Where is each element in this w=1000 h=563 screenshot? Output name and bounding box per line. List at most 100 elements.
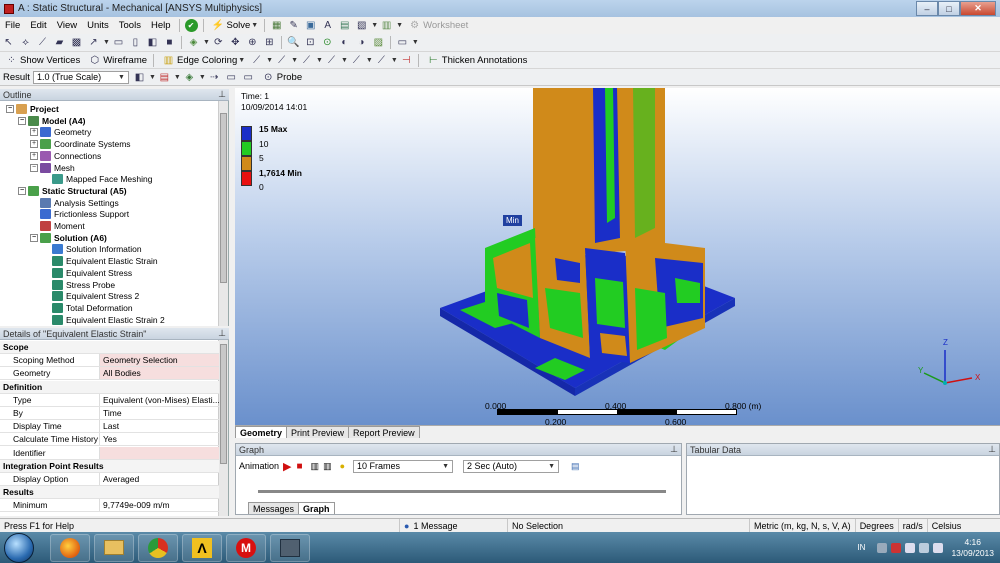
tray-arrow-icon[interactable]: [877, 542, 888, 553]
taskbar-workbench-icon[interactable]: [270, 533, 310, 562]
duration-select[interactable]: 2 Sec (Auto) ▼: [463, 459, 560, 473]
zoom-fit-icon[interactable]: ⊡: [304, 36, 317, 49]
image-icon[interactable]: ▤: [338, 19, 351, 32]
tree-item[interactable]: Stress Probe: [42, 279, 115, 291]
edge-style-2-icon[interactable]: ⟋: [275, 54, 288, 67]
tree-item[interactable]: Frictionless Support: [30, 208, 129, 220]
pin-icon[interactable]: ⊥: [218, 89, 226, 100]
tree-item[interactable]: Equivalent Stress 2: [42, 290, 139, 302]
expand-toggle-icon[interactable]: −: [6, 105, 14, 113]
menu-units[interactable]: Units: [82, 20, 114, 31]
tree-item[interactable]: − Model (A4): [18, 115, 85, 127]
isometric-icon[interactable]: ▨: [372, 36, 385, 49]
details-row[interactable]: Identifier: [0, 446, 219, 460]
text-icon[interactable]: A: [321, 19, 334, 32]
expand-toggle-icon[interactable]: −: [18, 116, 26, 125]
vector-icon[interactable]: ⇢: [208, 71, 221, 84]
viewports-icon[interactable]: ▭: [396, 36, 409, 49]
tree-item[interactable]: Total Deformation: [42, 302, 133, 314]
expand-toggle-icon[interactable]: +: [30, 140, 38, 149]
tree-item[interactable]: Equivalent Elastic Strain 2: [42, 314, 165, 326]
menu-file[interactable]: File: [0, 20, 25, 31]
vertex-select-icon[interactable]: ⟡: [19, 36, 32, 49]
figure-icon[interactable]: ▣: [304, 19, 317, 32]
pin-icon[interactable]: ⊥: [670, 444, 678, 455]
maximize-button[interactable]: □: [938, 1, 960, 16]
edge-style-1-icon[interactable]: ⟋: [250, 54, 263, 67]
stop-icon[interactable]: ■: [297, 461, 303, 472]
menu-view[interactable]: View: [52, 20, 82, 31]
tree-item[interactable]: Solution Information: [42, 243, 142, 255]
tray-volume-icon[interactable]: [933, 542, 944, 553]
tree-item[interactable]: + Geometry: [30, 126, 91, 138]
taskbar-mega-icon[interactable]: M: [226, 533, 266, 562]
check-icon[interactable]: ✔: [184, 19, 198, 32]
tab-report-preview[interactable]: Report Preview: [348, 426, 420, 438]
geometry-display-icon[interactable]: ◧: [133, 71, 146, 84]
details-row[interactable]: Type Equivalent (von-Mises) Elasti...: [0, 393, 219, 407]
tree-item[interactable]: + Connections: [30, 150, 101, 162]
probe-button[interactable]: ⊙ Probe: [257, 70, 305, 85]
clock[interactable]: 4:16 13/09/2013: [951, 537, 994, 559]
details-value[interactable]: Averaged: [100, 473, 219, 485]
body-select-icon[interactable]: ▩: [70, 36, 83, 49]
tree-item[interactable]: Mapped Face Meshing: [42, 173, 152, 185]
edge-style-4-icon[interactable]: ⟋: [325, 54, 338, 67]
details-section[interactable]: Integration Point Results: [0, 459, 219, 473]
pin-icon[interactable]: ⊥: [218, 328, 226, 339]
details-value[interactable]: Time: [100, 407, 219, 419]
face-select-icon[interactable]: ▰: [53, 36, 66, 49]
tree-item[interactable]: − Static Structural (A5): [18, 185, 127, 197]
tree-item[interactable]: Equivalent Elastic Strain: [42, 255, 158, 268]
status-messages[interactable]: ● 1 Message: [400, 519, 508, 532]
tab-geometry[interactable]: Geometry: [235, 426, 288, 438]
next-view-icon[interactable]: ◑: [355, 36, 368, 49]
menu-help[interactable]: Help: [146, 20, 176, 31]
edge-style-3-icon[interactable]: ⟋: [300, 54, 313, 67]
animation-timeline[interactable]: [258, 490, 666, 493]
tab-graph[interactable]: Graph: [298, 502, 335, 514]
taskbar-folder-icon[interactable]: [94, 533, 134, 562]
details-scrollbar[interactable]: [218, 340, 228, 516]
pointer-icon[interactable]: ↗: [87, 36, 100, 49]
status-angle[interactable]: Degrees: [856, 519, 899, 532]
details-value[interactable]: 9,7749e-009 m/m: [100, 499, 219, 511]
rotate-icon[interactable]: ⟳: [212, 36, 225, 49]
show-vertices-button[interactable]: ⁘ Show Vertices: [0, 53, 83, 68]
tree-item[interactable]: Equivalent Stress: [42, 267, 132, 279]
details-row[interactable]: Calculate Time History Yes: [0, 433, 219, 447]
status-units[interactable]: Metric (m, kg, N, s, V, A): [750, 519, 856, 532]
taskbar-firefox-icon[interactable]: [50, 533, 90, 562]
distributed-icon[interactable]: ▥: [323, 461, 332, 472]
zoom-icon[interactable]: ⊕: [246, 36, 259, 49]
edges-icon[interactable]: ◈: [183, 71, 196, 84]
tab-print-preview[interactable]: Print Preview: [286, 426, 350, 438]
tree-item[interactable]: − Mesh: [30, 162, 75, 174]
wireframe-button[interactable]: ⬡ Wireframe: [83, 53, 150, 68]
menu-edit[interactable]: Edit: [25, 20, 51, 31]
details-row[interactable]: Display Option Averaged: [0, 473, 219, 486]
minimize-button[interactable]: –: [916, 1, 938, 16]
pin-icon[interactable]: ⊥: [988, 444, 996, 455]
previous-view-icon[interactable]: ◐: [338, 36, 351, 49]
zoom-box-icon[interactable]: ⊞: [263, 36, 276, 49]
solid-icon[interactable]: ■: [163, 36, 176, 49]
edge-style-6-icon[interactable]: ⟋: [375, 54, 388, 67]
tree-item[interactable]: − Solution (A6): [30, 232, 107, 244]
close-button[interactable]: ✕: [960, 1, 996, 16]
details-value[interactable]: Equivalent (von-Mises) Elasti...: [100, 394, 219, 406]
expand-toggle-icon[interactable]: −: [30, 233, 38, 242]
lightbulb-icon[interactable]: ●: [340, 461, 345, 471]
graphics-viewport[interactable]: Time: 1 10/09/2014 14:01 15 Max 10 5 1,7614…: [235, 88, 1000, 425]
export-video-icon[interactable]: ▤: [571, 461, 580, 472]
tab-messages[interactable]: Messages: [248, 502, 300, 514]
edge-select-icon[interactable]: ⟋: [36, 36, 49, 49]
tray-network-icon[interactable]: [919, 542, 930, 553]
tree-item[interactable]: − Project: [6, 103, 59, 115]
details-value[interactable]: All Bodies: [100, 367, 219, 380]
play-icon[interactable]: ▶: [283, 460, 291, 473]
zoom-in-icon[interactable]: 🔍: [287, 36, 300, 49]
details-row[interactable]: By Time: [0, 407, 219, 420]
details-scroll-thumb[interactable]: [220, 344, 227, 464]
details-value[interactable]: Yes: [100, 433, 219, 445]
